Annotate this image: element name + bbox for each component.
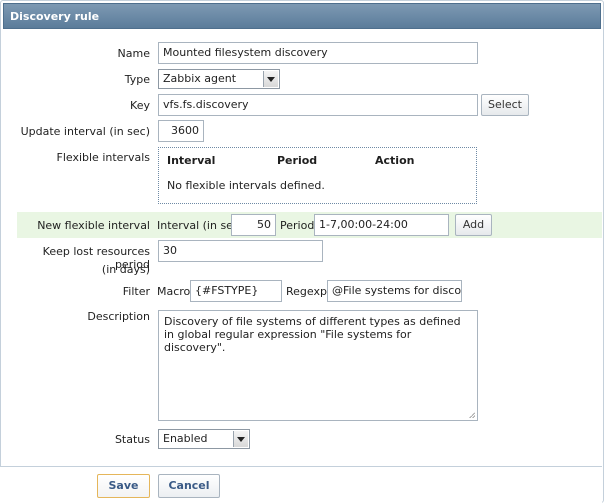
chevron-down-icon	[263, 71, 278, 87]
flexible-intervals-table: Interval Period Action No flexible inter…	[158, 147, 477, 204]
regexp-input[interactable]: @File systems for discovery	[327, 280, 462, 302]
column-action: Action	[375, 154, 415, 167]
description-label: Description	[87, 310, 150, 323]
cancel-button[interactable]: Cancel	[158, 474, 220, 498]
period-label: Period	[280, 219, 315, 232]
add-interval-button[interactable]: Add	[455, 214, 492, 236]
macro-label: Macro	[157, 285, 191, 298]
panel-title: Discovery rule	[3, 3, 601, 29]
key-label: Key	[130, 99, 150, 112]
macro-input[interactable]: {#FSTYPE}	[190, 280, 282, 302]
type-label: Type	[124, 73, 150, 86]
regexp-label: Regexp	[286, 285, 327, 298]
description-textarea[interactable]: Discovery of file systems of different t…	[158, 310, 478, 421]
form-footer	[0, 466, 602, 503]
type-select-value: Zabbix agent	[163, 72, 237, 85]
name-label: Name	[117, 47, 150, 60]
new-flexible-interval-label: New flexible interval	[37, 219, 150, 232]
new-interval-input[interactable]: 50	[231, 214, 276, 236]
status-label: Status	[114, 433, 150, 446]
flexible-intervals-label: Flexible intervals	[56, 151, 151, 164]
description-text: Discovery of file systems of different t…	[164, 315, 461, 354]
filter-label: Filter	[122, 285, 150, 298]
resize-handle-icon[interactable]	[469, 412, 475, 418]
flexible-intervals-empty-text: No flexible intervals defined.	[167, 179, 325, 192]
type-select[interactable]: Zabbix agent	[158, 69, 280, 89]
column-period: Period	[277, 154, 318, 167]
new-period-input[interactable]: 1-7,00:00-24:00	[314, 214, 449, 236]
update-interval-input[interactable]: 3600	[158, 120, 204, 142]
name-input[interactable]: Mounted filesystem discovery	[158, 42, 478, 64]
keep-lost-label-days: (in days)	[101, 263, 150, 276]
keep-lost-input[interactable]: 30	[158, 240, 323, 262]
key-select-button[interactable]: Select	[481, 94, 529, 116]
save-button[interactable]: Save	[97, 474, 150, 498]
status-select[interactable]: Enabled	[158, 429, 250, 449]
column-interval: Interval	[167, 154, 216, 167]
key-input[interactable]: vfs.fs.discovery	[158, 94, 478, 116]
status-select-value: Enabled	[163, 432, 208, 445]
chevron-down-icon	[233, 431, 248, 447]
update-interval-label: Update interval (in sec)	[20, 125, 150, 138]
